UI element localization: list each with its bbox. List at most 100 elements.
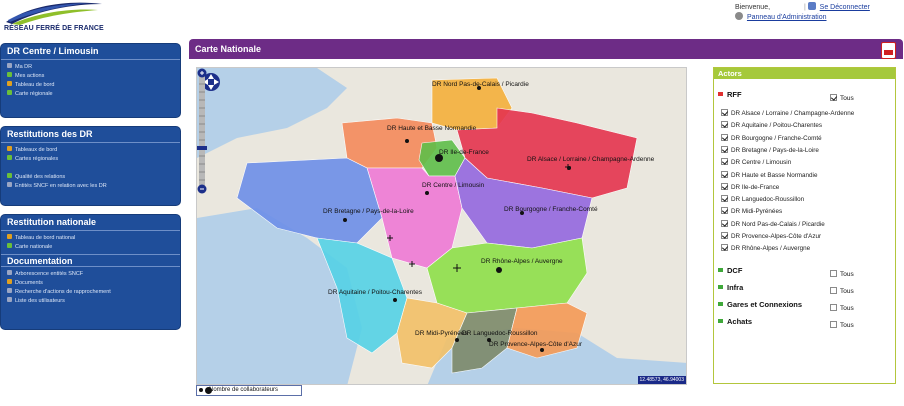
sidebar-bullet-icon xyxy=(7,81,12,86)
actor-item[interactable]: DR Provence-Alpes-Côte d'Azur xyxy=(721,231,821,243)
actors-title: Actors xyxy=(714,68,895,79)
sidebar-item[interactable]: Mes actions xyxy=(7,72,180,81)
actor-group-0[interactable]: RFF xyxy=(718,90,742,99)
sidebar-item[interactable]: Entités SNCF en relation avec les DR xyxy=(7,182,180,191)
sidebar-item-label: Cartes régionales xyxy=(15,156,59,162)
actor-label: DR Nord Pas-de-Calais / Picardie xyxy=(731,220,825,228)
actor-checkbox[interactable] xyxy=(721,182,728,190)
actor-checkbox[interactable] xyxy=(721,219,728,227)
sidebar-item-label: Liste des utilisateurs xyxy=(15,298,65,304)
actor-checkbox[interactable] xyxy=(721,121,728,129)
tous-checkbox[interactable] xyxy=(830,269,837,277)
legend-text: Nombre de collaborateurs xyxy=(209,387,279,393)
logo-text: RÉSEAU FERRÉ DE FRANCE xyxy=(4,25,104,32)
actor-item[interactable]: DR Bretagne / Pays-de-la-Loire xyxy=(721,145,819,157)
map-label-alsace: DR Alsace / Lorraine / Champagne-Ardenne xyxy=(527,156,655,163)
actor-checkbox[interactable] xyxy=(721,195,728,203)
panel-title-dr: DR Centre / Limousin xyxy=(1,44,180,60)
actor-item[interactable]: DR Nord Pas-de-Calais / Picardie xyxy=(721,219,825,231)
actor-item[interactable]: DR Rhône-Alpes / Auvergne xyxy=(721,243,810,255)
actor-checkbox[interactable] xyxy=(721,207,728,215)
actor-group-3[interactable]: Gares et Connexions xyxy=(718,300,802,309)
admin-panel-link[interactable]: Panneau d'Administration xyxy=(747,14,827,21)
sidebar-item-label: Tableau de bord national xyxy=(15,235,76,241)
actor-checkbox[interactable] xyxy=(721,170,728,178)
sidebar-item[interactable]: Tableau de bord national xyxy=(7,234,180,243)
sidebar-item[interactable]: Recherche d'actions de rapprochement xyxy=(7,288,180,297)
sidebar-item-label: Tableau de bord xyxy=(15,82,55,88)
panel-title-documentation: Documentation xyxy=(1,254,180,267)
tous-toggle[interactable]: Tous xyxy=(830,320,854,329)
sidebar-list-dr: Ma DR Mes actions Tableau de bord Carte rég… xyxy=(1,60,180,99)
group-name: Infra xyxy=(727,282,744,292)
sidebar-item-label: Recherche d'actions de rapprochement xyxy=(15,289,111,295)
actor-checkbox[interactable] xyxy=(721,145,728,153)
sidebar-item[interactable]: Liste des utilisateurs xyxy=(7,297,180,306)
actor-label: DR Provence-Alpes-Côte d'Azur xyxy=(731,233,822,240)
sidebar-panel-national: Restitution nationale Tableau de bord na… xyxy=(0,214,181,330)
sidebar-item[interactable]: Qualité des relations xyxy=(7,173,180,182)
actor-checkbox[interactable] xyxy=(721,244,728,252)
actor-item[interactable]: DR Aquitaine / Poitou-Charentes xyxy=(721,120,822,132)
sidebar-item-label: Mes actions xyxy=(15,73,45,79)
actor-item[interactable]: DR Alsace / Lorraine / Champagne-Ardenne xyxy=(721,108,854,120)
actor-label: DR Rhône-Alpes / Auvergne xyxy=(731,245,811,253)
sidebar-item[interactable]: Tableau de bord xyxy=(7,81,180,90)
actor-checkbox[interactable] xyxy=(721,158,728,166)
actor-item[interactable]: DR Languedoc-Roussillon xyxy=(721,194,804,206)
actor-group-1[interactable]: DCF xyxy=(718,266,742,275)
tous-toggle[interactable]: Tous xyxy=(830,303,854,312)
group-marker-icon xyxy=(718,284,723,289)
tous-toggle[interactable]: Tous xyxy=(830,94,854,102)
map-zoom-slider[interactable] xyxy=(197,68,207,194)
actor-item[interactable]: DR Ile-de-France xyxy=(721,182,779,194)
actor-checkbox[interactable] xyxy=(721,232,728,239)
sidebar-item[interactable]: Tableaux de bord xyxy=(7,146,180,155)
page-title: Carte Nationale xyxy=(189,39,903,59)
group-marker-icon xyxy=(718,301,723,306)
actor-item[interactable]: DR Midi-Pyrénées xyxy=(721,206,782,218)
group-marker-icon xyxy=(718,318,723,323)
region-rhone-alpes-auvergne[interactable] xyxy=(426,237,588,314)
sidebar-item[interactable]: Carte régionale xyxy=(7,90,180,99)
tous-checkbox[interactable] xyxy=(830,320,837,328)
sidebar-item[interactable]: Arborescence entités SNCF xyxy=(7,270,180,279)
map-label-aquitaine: DR Aquitaine / Poitou-Charentes xyxy=(328,289,422,296)
sidebar-item[interactable]: Ma DR xyxy=(7,63,180,72)
legend-small-dot-icon xyxy=(199,388,203,392)
tous-checkbox[interactable] xyxy=(830,286,837,294)
map-label-centre: DR Centre / Limousin xyxy=(422,182,485,189)
panel-title-national: Restitution nationale xyxy=(1,215,180,231)
sidebar-item[interactable]: Carte nationale xyxy=(7,243,180,252)
zoom-handle[interactable] xyxy=(197,146,207,150)
sidebar-bullet-icon xyxy=(7,297,12,302)
logout-link[interactable]: Se Déconnecter xyxy=(820,4,870,11)
actor-checkbox[interactable] xyxy=(721,109,728,116)
tous-checkbox[interactable] xyxy=(830,303,837,311)
map-label-nord: DR Nord Pas-de-Calais / Picardie xyxy=(432,81,529,88)
tous-checkbox[interactable] xyxy=(830,94,837,101)
pdf-export-icon[interactable] xyxy=(881,42,896,59)
tous-toggle[interactable]: Tous xyxy=(830,286,854,295)
sidebar-item[interactable]: Cartes régionales xyxy=(7,155,180,164)
group-marker-icon xyxy=(718,267,723,272)
sidebar-bullet-icon xyxy=(7,146,12,151)
map-coordinates: 12.48573, 46.94003 xyxy=(637,376,686,384)
actor-checkbox[interactable] xyxy=(721,133,728,141)
tous-toggle[interactable]: Tous xyxy=(830,269,854,278)
national-map[interactable]: DR Nord Pas-de-Calais / Picardie DR Haut… xyxy=(196,67,687,385)
actor-label: DR Midi-Pyrénées xyxy=(731,208,783,216)
actor-label: DR Ile-de-France xyxy=(731,183,780,191)
rff-logo[interactable]: RÉSEAU FERRÉ DE FRANCE xyxy=(2,0,106,36)
map-label-bourgogne: DR Bourgogne / Franche-Comté xyxy=(504,206,598,213)
sidebar-item xyxy=(7,164,180,173)
actor-item[interactable]: DR Centre / Limousin xyxy=(721,157,791,169)
actor-item[interactable]: DR Bourgogne / Franche-Comté xyxy=(721,133,822,145)
map-label-languedoc: DR Languedoc-Roussillon xyxy=(462,330,538,337)
actor-item[interactable]: DR Haute et Basse Normandie xyxy=(721,170,817,182)
sidebar-item[interactable]: Documents xyxy=(7,279,180,288)
actor-group-4[interactable]: Achats xyxy=(718,317,752,326)
sidebar-bullet-icon xyxy=(7,243,12,248)
sidebar-list-national: Tableau de bord national Carte nationale xyxy=(1,231,180,252)
actor-group-2[interactable]: Infra xyxy=(718,283,743,292)
